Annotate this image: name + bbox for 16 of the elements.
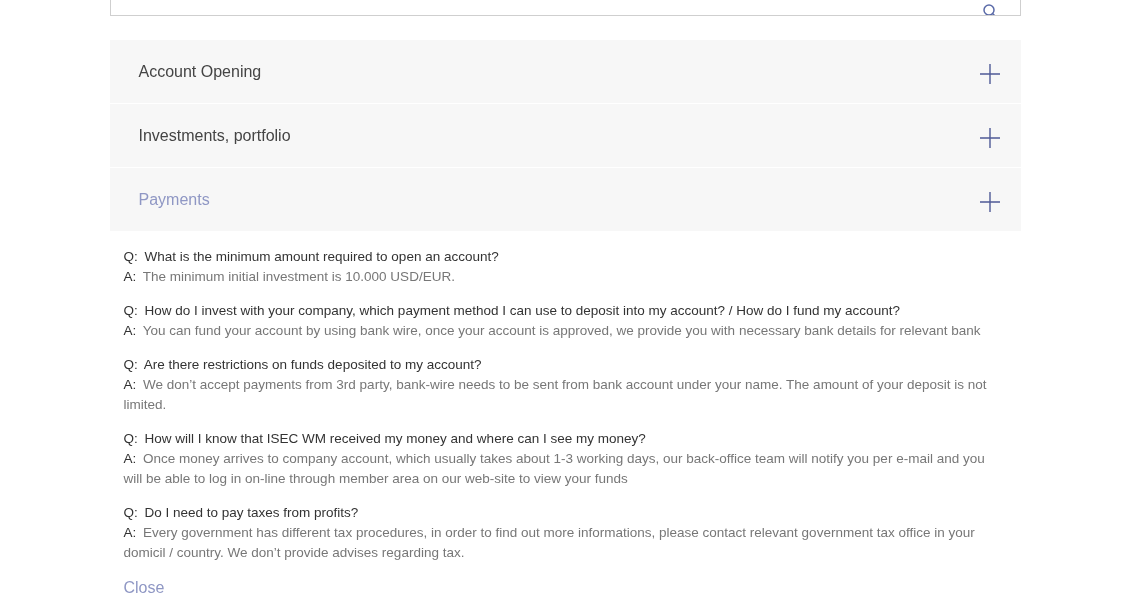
question-text: Q: How do I invest with your company, which payment method I can use to deposit into my account? / How do I fund my account? [123,302,901,320]
question-text: Q: How will I know that ISEC WM received my money and where can I see my money? [123,430,647,448]
answer-text: A: The minimum initial investment is 10.000 USD/EUR. [123,268,456,286]
answer-text: A: Every government has different tax procedures, in order to find out more informations, please contact relevant government tax office in your domicil / country. We don’t provide advises regarding tax. [123,524,976,562]
plus-icon[interactable] [979,191,1000,212]
question-text: Q: What is the minimum amount required to open an account? [123,248,500,266]
answer-text: A: Once money arrives to company account, which usually takes about 1-3 working days, our back-office team will notify you per e-mail and you will be able to log in on-line through member area on our web-site to view your funds [123,450,986,488]
answer-text: A: You can fund your account by using bank wire, once your account is approved, we provide you with necessary bank details for relevant bank [123,322,982,340]
question-text: Q: Are there restrictions on funds deposited to my account? [123,356,483,374]
answer-text: A: We don’t accept payments from 3rd party, bank-wire needs to be sent from bank account under your name. The amount of your deposit is not limited. [123,376,988,414]
plus-icon[interactable] [979,127,1000,148]
accordion-header[interactable]: Investments, portfolio [109,104,1021,167]
question-text: Q: Do I need to pay taxes from profits? [123,504,360,522]
accordion-header[interactable]: Account Opening [109,40,1021,103]
plus-icon[interactable] [979,63,1000,84]
search-icon[interactable] [981,3,998,15]
